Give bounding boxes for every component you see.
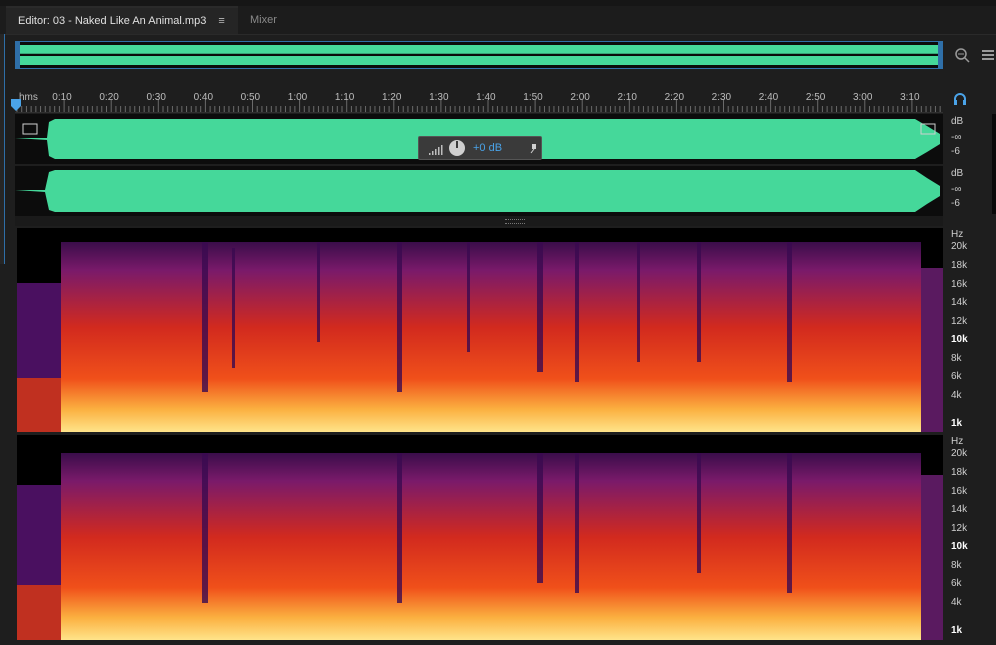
ruler-tick-label: 2:00: [570, 92, 590, 103]
hz-label: 10k: [951, 334, 968, 345]
overview-waveform[interactable]: [15, 41, 943, 69]
spectral-channel-right[interactable]: [17, 435, 943, 640]
waveform-right-svg: [15, 170, 940, 212]
db-neg-inf: -∞: [951, 132, 962, 143]
playhead-icon[interactable]: [11, 99, 21, 111]
hz-label: 18k: [951, 467, 968, 478]
headphones-icon[interactable]: [953, 92, 967, 106]
ruler-tick-label: 0:50: [240, 92, 261, 103]
hz-label: 6k: [951, 371, 962, 382]
hz-label: 14k: [951, 297, 968, 308]
hz-label: 16k: [951, 279, 968, 290]
hz-label: 8k: [951, 560, 962, 571]
zoom-in-icon[interactable]: [953, 46, 971, 64]
list-icon[interactable]: [980, 46, 996, 64]
hz-label: 14k: [951, 504, 968, 515]
hz-label: 10k: [951, 541, 968, 552]
hz-scale-right: Hz 20k 18k 16k 14k 12k 10k 8k 6k 4k 1k: [943, 435, 996, 640]
hz-label: 20k: [951, 448, 968, 459]
hz-label: 12k: [951, 316, 968, 327]
ruler-tick-label: 0:20: [99, 92, 119, 103]
divider-grip[interactable]: [505, 219, 525, 224]
tab-mixer[interactable]: Mixer: [238, 6, 308, 34]
panel-menu-icon[interactable]: ≡: [218, 15, 224, 27]
spectral-left-svg: [17, 242, 943, 432]
tab-editor-label: Editor: 03 - Naked Like An Animal.mp3: [18, 15, 207, 27]
hz-label: 16k: [951, 486, 968, 497]
db-scale-left: dB -∞ -6: [943, 114, 996, 164]
ruler-tick-label: 1:00: [287, 92, 308, 103]
ruler-tick-label: 2:30: [711, 92, 732, 103]
volume-hud[interactable]: +0 dB: [418, 136, 542, 160]
ruler-tick-label: 1:10: [334, 92, 355, 103]
tab-mixer-label: Mixer: [250, 14, 277, 26]
hz-label: 8k: [951, 353, 962, 364]
ruler-tick-label: 2:40: [758, 92, 779, 103]
db-minus6: -6: [951, 146, 960, 157]
db-scale-right: dB -∞ -6: [943, 166, 996, 216]
zoom-glyph-icon: [955, 48, 970, 63]
hz-label: 1k: [951, 418, 963, 429]
hz-label: 4k: [951, 390, 962, 401]
overview-waveform-svg: [16, 42, 942, 68]
time-ruler[interactable]: hms 0:10 0:20 0:30 0:40 0:50 1:00 1:10 1:20 1:30…: [15, 88, 943, 113]
tab-bar: Editor: 03 - Naked Like An Animal.mp3 ≡ …: [0, 6, 996, 35]
hz-scale-left: Hz 20k 18k 16k 14k 12k 10k 8k 6k 4k 1k: [943, 228, 996, 432]
tab-editor[interactable]: Editor: 03 - Naked Like An Animal.mp3 ≡: [6, 6, 238, 34]
db-unit: dB: [951, 116, 964, 127]
db-minus6: -6: [951, 198, 960, 209]
list-glyph-icon: [982, 50, 994, 60]
db-unit: dB: [951, 168, 964, 179]
hz-unit: Hz: [951, 229, 964, 240]
right-edge-meter: [992, 114, 996, 214]
spectral-right-svg: [17, 453, 943, 640]
ruler-tick-label: 0:10: [52, 92, 72, 103]
ruler-tick-label: 0:40: [193, 92, 214, 103]
hud-volume-value: +0 dB: [473, 142, 503, 154]
db-neg-inf: -∞: [951, 184, 962, 195]
ruler-tick-label: 1:20: [381, 92, 402, 103]
ruler-tick-label: 2:50: [805, 92, 826, 103]
hz-label: 4k: [951, 597, 962, 608]
ruler-tick-label: 1:50: [523, 92, 543, 103]
ruler-tick-label: 2:20: [664, 92, 685, 103]
hz-label: 20k: [951, 241, 968, 252]
ruler-tick-label: 3:10: [900, 92, 920, 103]
spectral-channel-left[interactable]: [17, 228, 943, 432]
ruler-tick-label: 1:40: [476, 92, 496, 103]
waveform-spectral-divider[interactable]: [15, 216, 943, 226]
ruler-tick-label: 3:00: [852, 92, 873, 103]
hz-label: 6k: [951, 578, 962, 589]
waveform-channel-right[interactable]: [15, 166, 943, 216]
hz-label: 12k: [951, 523, 968, 534]
ruler-tick-label: 1:30: [429, 92, 449, 103]
hz-label: 18k: [951, 260, 968, 271]
ruler-tick-label: 0:30: [146, 92, 166, 103]
hz-unit: Hz: [951, 436, 964, 447]
hz-label: 1k: [951, 625, 963, 636]
left-panel-edge: [0, 34, 5, 264]
ruler-tick-label: 2:10: [617, 92, 637, 103]
